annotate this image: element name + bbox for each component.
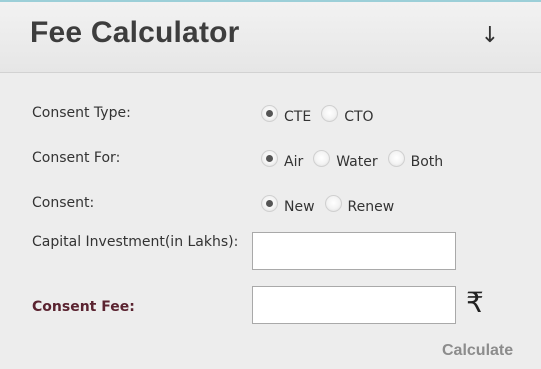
- radio-renew[interactable]: [324, 195, 342, 212]
- consent-type-label: Consent Type:: [32, 105, 131, 121]
- capital-investment-input[interactable]: [252, 232, 456, 270]
- consent-fee-label: Consent Fee:: [32, 299, 135, 315]
- consent-for-radio-group: Air Water Both: [261, 147, 453, 170]
- radio-cte[interactable]: [261, 105, 278, 122]
- radio-cto-label: CTO: [344, 109, 374, 125]
- consent-type-option-cto[interactable]: CTO: [321, 102, 374, 125]
- rupee-icon: ₹: [466, 286, 484, 319]
- fee-calculator-panel: Fee Calculator ↓ Consent Type: CTE CTO C…: [0, 0, 541, 369]
- consent-radio-group: New Renew: [261, 192, 404, 215]
- radio-new-label: New: [284, 199, 315, 215]
- consent-fee-input[interactable]: [252, 286, 456, 324]
- consent-option-new[interactable]: New: [261, 192, 315, 215]
- consent-for-label: Consent For:: [32, 150, 121, 166]
- radio-cto[interactable]: [321, 105, 339, 122]
- panel-title: Fee Calculator: [30, 16, 240, 49]
- radio-water-label: Water: [336, 154, 378, 170]
- radio-both-label: Both: [410, 154, 444, 170]
- consent-option-renew[interactable]: Renew: [324, 192, 395, 215]
- radio-renew-label: Renew: [347, 199, 395, 215]
- radio-new[interactable]: [261, 195, 278, 212]
- capital-investment-label: Capital Investment(in Lakhs):: [32, 234, 239, 250]
- radio-cte-label: CTE: [284, 109, 312, 125]
- calculate-button[interactable]: Calculate: [442, 342, 513, 360]
- consent-label: Consent:: [32, 195, 95, 211]
- radio-both[interactable]: [387, 150, 405, 167]
- radio-water[interactable]: [313, 150, 331, 167]
- consent-for-option-both[interactable]: Both: [387, 147, 444, 170]
- radio-air-label: Air: [284, 154, 304, 170]
- consent-for-option-water[interactable]: Water: [313, 147, 378, 170]
- radio-air[interactable]: [261, 150, 278, 167]
- consent-for-option-air[interactable]: Air: [261, 147, 303, 170]
- consent-type-option-cte[interactable]: CTE: [261, 102, 311, 125]
- consent-type-radio-group: CTE CTO: [261, 102, 384, 125]
- collapse-arrow-icon[interactable]: ↓: [478, 22, 502, 50]
- panel-header: Fee Calculator ↓: [0, 2, 541, 73]
